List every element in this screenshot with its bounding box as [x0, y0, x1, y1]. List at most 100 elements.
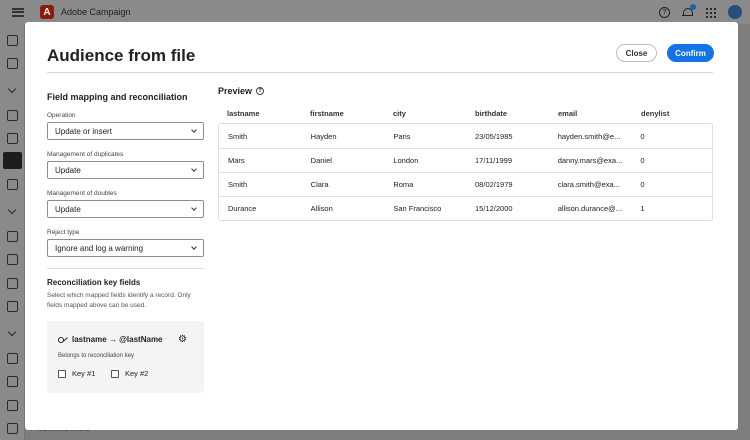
checkbox-box[interactable]	[111, 369, 119, 378]
help-icon[interactable]: ?	[659, 6, 670, 18]
reports-icon[interactable]	[7, 301, 18, 312]
collapse-chevron-icon-3[interactable]	[7, 327, 17, 337]
operation-label: Operation	[47, 112, 76, 119]
reject-type-value: Ignore and log a warning	[55, 243, 144, 253]
key-note: Belongs to reconciliation key	[58, 353, 135, 359]
table-header: lastname firstname city birthdate email …	[218, 104, 713, 123]
key-icon	[58, 337, 64, 343]
table-cell: 1	[640, 204, 645, 213]
duplicates-value: Update	[55, 165, 81, 175]
home-icon[interactable]	[7, 35, 18, 46]
preview-title: Preview	[218, 86, 253, 96]
header-divider	[47, 72, 713, 73]
notification-dot	[690, 3, 696, 10]
doubles-label: Management of doubles	[47, 190, 117, 197]
reconciliation-title: Reconciliation key fields	[47, 278, 141, 287]
top-bar: A Adobe Campaign ?	[0, 0, 750, 24]
checkbox-box[interactable]	[58, 369, 66, 378]
deliveries-send-icon[interactable]	[3, 152, 22, 169]
key1-label: Key #1	[72, 369, 96, 378]
table-cell: Smith	[228, 180, 248, 189]
column-header: firstname	[310, 109, 344, 118]
reject-type-select[interactable]: Ignore and log a warning	[47, 239, 204, 257]
table-cell: Smith	[228, 131, 248, 141]
column-header: denylist	[641, 109, 670, 118]
table-cell: San Francisco	[393, 204, 442, 213]
table-cell: 0	[640, 156, 645, 165]
column-header: lastname	[227, 109, 260, 118]
gear-icon[interactable]: ⚙	[178, 335, 188, 345]
content-icon[interactable]	[7, 231, 18, 242]
key2-checkbox[interactable]: Key #2	[111, 369, 148, 378]
close-button[interactable]: Close	[616, 44, 657, 62]
reject-type-label: Reject type	[47, 229, 80, 236]
table-body: Smith Hayden Paris 23/05/1985 hayden.smi…	[218, 123, 713, 221]
table-cell: clara.smith@exa...	[557, 180, 620, 189]
table-cell: Hayden	[310, 131, 337, 141]
doubles-value: Update	[55, 204, 81, 214]
help-info-icon[interactable]: ?	[256, 87, 265, 95]
table-row: Smith Hayden Paris 23/05/1985 hayden.smi…	[219, 124, 712, 148]
audiences-icon[interactable]	[7, 278, 18, 289]
table-cell: 0	[640, 180, 645, 189]
reconciliation-key-card: lastname → @lastName ⚙ Belongs to reconc…	[47, 321, 204, 393]
duplicates-select[interactable]: Update	[47, 161, 204, 179]
notifications-bell-icon[interactable]	[682, 3, 696, 18]
table-cell: 23/05/1985	[475, 131, 513, 141]
table-cell: allison.durance@...	[557, 204, 623, 213]
chevron-down-icon	[191, 166, 197, 172]
table-cell: 0	[640, 131, 645, 141]
audience-from-file-dialog: Audience from file Close Confirm Field m…	[25, 22, 738, 430]
key1-checkbox[interactable]: Key #1	[58, 369, 95, 378]
table-row: Smith Clara Roma 08/02/1979 clara.smith@…	[219, 172, 712, 196]
table-cell: 15/12/2000	[475, 204, 513, 213]
table-cell: Paris	[393, 131, 411, 141]
column-header: birthdate	[475, 109, 508, 118]
templates-icon[interactable]	[7, 254, 18, 265]
table-row: Durance Allison San Francisco 15/12/2000…	[219, 196, 712, 220]
column-header: city	[393, 109, 406, 118]
table-cell: Roma	[393, 180, 414, 189]
people-icon[interactable]	[7, 376, 18, 387]
folder-icon[interactable]	[7, 110, 18, 121]
field-mapping-title: Field mapping and reconciliation	[47, 92, 188, 102]
table-cell: Mars	[228, 156, 245, 165]
table-cell: London	[393, 156, 419, 165]
key2-label: Key #2	[125, 369, 149, 378]
table-cell: 17/11/1999	[475, 156, 512, 165]
user-avatar[interactable]	[728, 5, 742, 19]
table-cell: hayden.smith@e...	[557, 131, 621, 141]
campaigns-icon[interactable]	[7, 133, 18, 144]
confirm-button[interactable]: Confirm	[667, 44, 714, 62]
preview-heading: Preview ?	[218, 86, 265, 96]
doubles-select[interactable]: Update	[47, 200, 204, 218]
table-cell: Allison	[310, 204, 333, 213]
operation-value: Update or insert	[55, 126, 112, 136]
table-cell: danny.mars@exa...	[557, 156, 623, 165]
profiles-icon[interactable]	[7, 353, 18, 364]
table-cell: Durance	[228, 204, 257, 213]
table-cell: Clara	[310, 180, 329, 189]
preview-table: lastname firstname city birthdate email …	[218, 104, 713, 221]
chevron-down-icon	[191, 205, 197, 211]
reconciliation-description: Select which mapped fields identify a re…	[47, 292, 191, 309]
explorer-icon[interactable]	[7, 58, 18, 69]
dialog-title: Audience from file	[47, 46, 196, 65]
operation-select[interactable]: Update or insert	[47, 122, 204, 140]
app-name: Adobe Campaign	[61, 7, 131, 17]
collapse-chevron-icon[interactable]	[7, 84, 17, 94]
field-mapping-panel: Field mapping and reconciliation Operati…	[47, 88, 204, 393]
table-cell: 08/02/1979	[475, 180, 513, 189]
collapse-chevron-icon-2[interactable]	[7, 205, 17, 215]
column-header: email	[558, 109, 578, 118]
settings-icon[interactable]	[7, 423, 18, 434]
section-divider	[47, 268, 204, 269]
app-switcher-grid-icon[interactable]	[705, 6, 716, 18]
table-cell: Daniel	[310, 156, 332, 165]
key-field-mapping: lastname → @lastName	[72, 335, 163, 344]
workflows-icon[interactable]	[7, 179, 18, 190]
hamburger-menu-icon[interactable]	[12, 7, 24, 17]
duplicates-label: Management of duplicates	[47, 151, 124, 158]
table-row: Mars Daniel London 17/11/1999 danny.mars…	[219, 148, 712, 172]
mail-icon[interactable]	[7, 400, 18, 411]
